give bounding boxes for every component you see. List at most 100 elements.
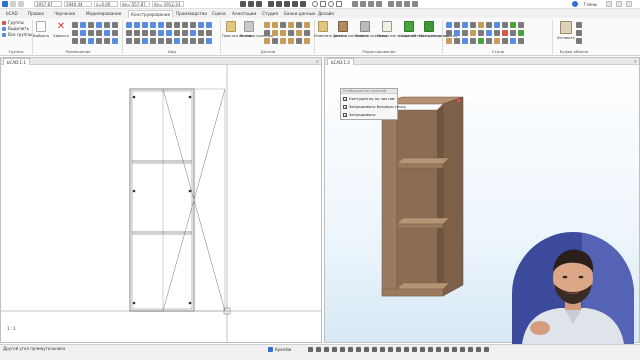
hide-icon[interactable] — [112, 38, 118, 44]
save-icon[interactable] — [18, 1, 24, 7]
grid-icon[interactable] — [376, 1, 382, 7]
layer-icon[interactable] — [412, 1, 418, 7]
snap-label[interactable]: Крепёж — [275, 346, 292, 353]
style-icon[interactable] — [510, 30, 516, 36]
detail-icon[interactable] — [280, 30, 286, 36]
detail-icon[interactable] — [272, 30, 278, 36]
tab-construction[interactable]: Конструирование — [128, 10, 174, 18]
snap-icon[interactable] — [340, 347, 345, 352]
style-icon[interactable] — [486, 22, 492, 28]
tab-production[interactable]: Производство — [176, 10, 207, 18]
viewport-tab-left[interactable]: bCAD:1:1 — [3, 58, 30, 65]
snap-icon[interactable] — [240, 1, 246, 7]
snap-icon[interactable] — [248, 1, 254, 7]
snap-icon[interactable] — [388, 347, 393, 352]
snap-icon[interactable] — [284, 1, 290, 7]
zoom-icon[interactable] — [190, 30, 196, 36]
style-icon[interactable] — [462, 38, 468, 44]
array-icon[interactable] — [112, 22, 118, 28]
view-icon[interactable] — [150, 22, 156, 28]
visibility-option[interactable]: ✓ Затрашивать базовую точку — [343, 104, 406, 111]
replace-fastener-button[interactable]: Замена крепежа — [355, 34, 387, 38]
snap-icon[interactable] — [444, 347, 449, 352]
style-icon[interactable] — [478, 38, 484, 44]
snap-icon[interactable] — [380, 347, 385, 352]
detail-icon[interactable] — [304, 30, 310, 36]
style-icon[interactable] — [446, 22, 452, 28]
tab-databanks[interactable]: Банки данных — [284, 10, 315, 18]
snap-icon[interactable] — [364, 347, 369, 352]
viewport-tab-right[interactable]: bCAD:1:2 — [327, 58, 354, 65]
checkbox-checked[interactable]: ✓ — [343, 105, 347, 110]
render-icon[interactable] — [126, 38, 132, 44]
snap-icon[interactable] — [268, 1, 274, 7]
groups-button[interactable]: Группы — [8, 20, 24, 25]
render-icon[interactable] — [142, 38, 148, 44]
copy-icon[interactable] — [576, 30, 582, 36]
detail-icon[interactable] — [296, 30, 302, 36]
grid-icon[interactable] — [368, 1, 374, 7]
tab-studio[interactable]: Студия — [262, 10, 278, 18]
render-icon[interactable] — [206, 38, 212, 44]
view-icon[interactable] — [190, 22, 196, 28]
style-icon[interactable] — [518, 30, 524, 36]
snap-icon[interactable] — [460, 347, 465, 352]
grid-icon[interactable] — [352, 1, 358, 7]
zoom-icon[interactable] — [150, 30, 156, 36]
insert-fastener-button[interactable]: Вставка крепежа — [240, 34, 273, 38]
grid-icon[interactable] — [360, 1, 366, 7]
view-icon[interactable] — [166, 22, 172, 28]
join-icon[interactable] — [104, 30, 110, 36]
detail-icon[interactable] — [288, 30, 294, 36]
snap-icon[interactable] — [316, 347, 321, 352]
style-icon[interactable] — [518, 38, 524, 44]
snap-icon[interactable] — [420, 347, 425, 352]
render-icon[interactable] — [134, 38, 140, 44]
detail-icon[interactable] — [280, 38, 286, 44]
zoom-icon[interactable] — [158, 30, 164, 36]
style-icon[interactable] — [478, 30, 484, 36]
rect-icon[interactable] — [336, 1, 342, 7]
snap-icon[interactable] — [428, 347, 433, 352]
zoom-icon[interactable] — [142, 30, 148, 36]
view-icon[interactable] — [206, 22, 212, 28]
render-icon[interactable] — [150, 38, 156, 44]
style-icon[interactable] — [510, 38, 516, 44]
snap-icon[interactable] — [484, 347, 489, 352]
checkbox-checked[interactable]: ✓ — [343, 97, 347, 102]
style-icon[interactable] — [502, 38, 508, 44]
style-icon[interactable] — [446, 30, 452, 36]
cover-material-button[interactable]: Материал покрытия — [419, 34, 457, 38]
style-icon[interactable] — [470, 38, 476, 44]
delete-button[interactable]: Удалить — [52, 34, 70, 38]
explode-icon[interactable] — [96, 30, 102, 36]
group-icon[interactable] — [72, 38, 78, 44]
ungroup-icon[interactable] — [80, 38, 86, 44]
circle-icon[interactable] — [328, 1, 334, 7]
snap-icon[interactable] — [396, 347, 401, 352]
format-painter-icon[interactable] — [576, 38, 582, 44]
highlight-button[interactable]: Выделить — [8, 26, 29, 31]
show-hide-cover-button[interactable]: Скрыть/открыть покрытие — [399, 34, 450, 38]
render-icon[interactable] — [190, 38, 196, 44]
checkbox-checked[interactable]: ✓ — [343, 113, 347, 118]
tab-design[interactable]: Дизайн — [318, 10, 334, 18]
close-icon[interactable]: ✕ — [316, 59, 319, 64]
cover-profiles-button[interactable]: Покрытие профилей — [377, 34, 416, 38]
detail-icon[interactable] — [304, 38, 310, 44]
detail-icon[interactable] — [296, 22, 302, 28]
detail-icon[interactable] — [264, 38, 270, 44]
view-icon[interactable] — [158, 22, 164, 28]
maximize-icon[interactable] — [616, 1, 622, 7]
style-icon[interactable] — [494, 22, 500, 28]
style-icon[interactable] — [462, 30, 468, 36]
scale-icon[interactable] — [72, 30, 78, 36]
close-icon[interactable] — [626, 1, 632, 7]
style-icon[interactable] — [502, 22, 508, 28]
detail-icon[interactable] — [264, 30, 270, 36]
snap-icon[interactable] — [356, 347, 361, 352]
paste-button[interactable]: Вставить — [554, 36, 578, 40]
drawing-viewport-2d[interactable]: bCAD:1:1 ✕ 1 : 1 — [0, 57, 322, 343]
rect-icon[interactable] — [320, 1, 326, 7]
style-icon[interactable] — [486, 38, 492, 44]
